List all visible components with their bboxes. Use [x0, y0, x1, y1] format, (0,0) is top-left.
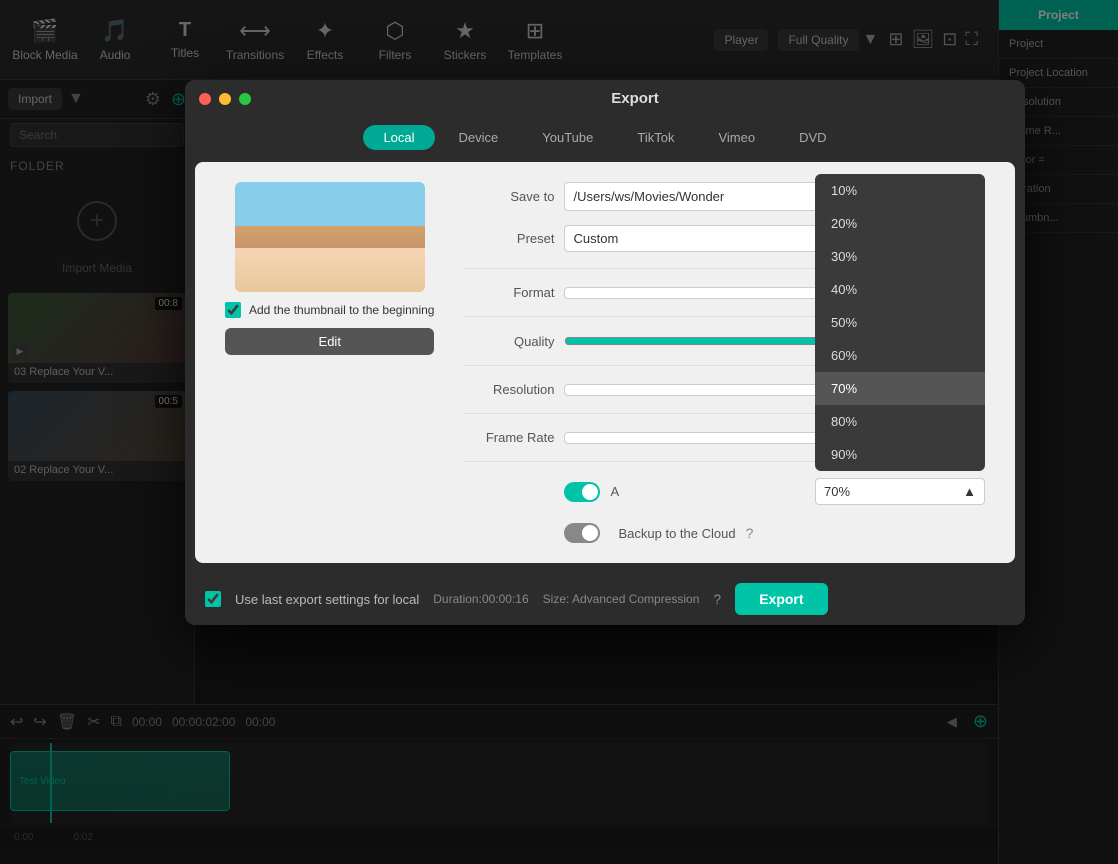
edit-button[interactable]: Edit	[225, 328, 434, 355]
tab-tiktok[interactable]: TikTok	[617, 125, 694, 150]
minimize-button[interactable]	[219, 93, 231, 105]
save-to-label: Save to	[464, 189, 554, 204]
tab-vimeo[interactable]: Vimeo	[698, 125, 775, 150]
quality-option-50[interactable]: 50%	[815, 306, 985, 339]
thumbnail-checkbox[interactable]	[225, 302, 241, 318]
toggle-knob	[582, 484, 598, 500]
dialog-title: Export	[259, 90, 1011, 107]
toggle-row: A 10% 20% 30% 40% 50% 60% 70% 80% 90%	[464, 478, 985, 505]
auto-toggle[interactable]	[564, 482, 600, 502]
quality-option-60[interactable]: 60%	[815, 339, 985, 372]
export-button[interactable]: Export	[735, 583, 827, 615]
cloud-backup-label: Backup to the Cloud	[618, 526, 735, 541]
dialog-footer: Use last export settings for local Durat…	[185, 573, 1025, 625]
preset-label: Preset	[464, 231, 554, 246]
thumbnail-section: Add the thumbnail to the beginning Edit	[225, 182, 434, 543]
quality-option-40[interactable]: 40%	[815, 273, 985, 306]
tab-device[interactable]: Device	[439, 125, 519, 150]
tab-youtube[interactable]: YouTube	[522, 125, 613, 150]
dialog-body: Add the thumbnail to the beginning Edit …	[195, 162, 1015, 563]
auto-label: A	[610, 484, 619, 499]
last-settings-checkbox[interactable]	[205, 591, 221, 607]
quality-option-30[interactable]: 30%	[815, 240, 985, 273]
resolution-label: Resolution	[464, 382, 554, 397]
quality-option-70[interactable]: 70%	[815, 372, 985, 405]
quality-dropdown-trigger[interactable]: 70% ▲	[815, 478, 985, 505]
thumbnail-checkbox-row: Add the thumbnail to the beginning	[225, 302, 434, 318]
thumbnail-checkbox-label: Add the thumbnail to the beginning	[249, 303, 434, 317]
maximize-button[interactable]	[239, 93, 251, 105]
cloud-row: Backup to the Cloud ?	[464, 523, 985, 543]
tab-local[interactable]: Local	[363, 125, 434, 150]
cloud-toggle[interactable]	[564, 523, 600, 543]
export-dialog: Export Local Device YouTube TikTok Vimeo…	[185, 80, 1025, 625]
quality-option-90[interactable]: 90%	[815, 438, 985, 471]
quality-selected-value: 70%	[824, 484, 850, 499]
thumbnail-preview	[235, 182, 425, 292]
quality-dropdown-list: 10% 20% 30% 40% 50% 60% 70% 80% 90%	[815, 174, 985, 471]
size-help-icon[interactable]: ?	[713, 591, 721, 607]
duration-label: Duration:00:00:16	[433, 592, 528, 606]
tab-dvd[interactable]: DVD	[779, 125, 846, 150]
cloud-toggle-knob	[582, 525, 598, 541]
format-label: Format	[464, 285, 554, 300]
quality-option-10[interactable]: 10%	[815, 174, 985, 207]
quality-chevron-icon: ▲	[963, 484, 976, 499]
quality-option-80[interactable]: 80%	[815, 405, 985, 438]
close-button[interactable]	[199, 93, 211, 105]
quality-option-20[interactable]: 20%	[815, 207, 985, 240]
settings-form: Save to /Users/ws/Movies/Wonder 📁 Preset…	[464, 182, 985, 543]
help-icon[interactable]: ?	[746, 525, 754, 541]
thumb-person	[235, 182, 425, 292]
size-label: Size: Advanced Compression	[543, 592, 700, 606]
frame-rate-label: Frame Rate	[464, 430, 554, 445]
quality-dropdown-container: 10% 20% 30% 40% 50% 60% 70% 80% 90% 70% …	[815, 478, 985, 505]
dialog-tabs: Local Device YouTube TikTok Vimeo DVD	[185, 117, 1025, 162]
dialog-titlebar: Export	[185, 80, 1025, 117]
quality-label: Quality	[464, 334, 554, 349]
last-settings-label: Use last export settings for local	[235, 592, 419, 607]
